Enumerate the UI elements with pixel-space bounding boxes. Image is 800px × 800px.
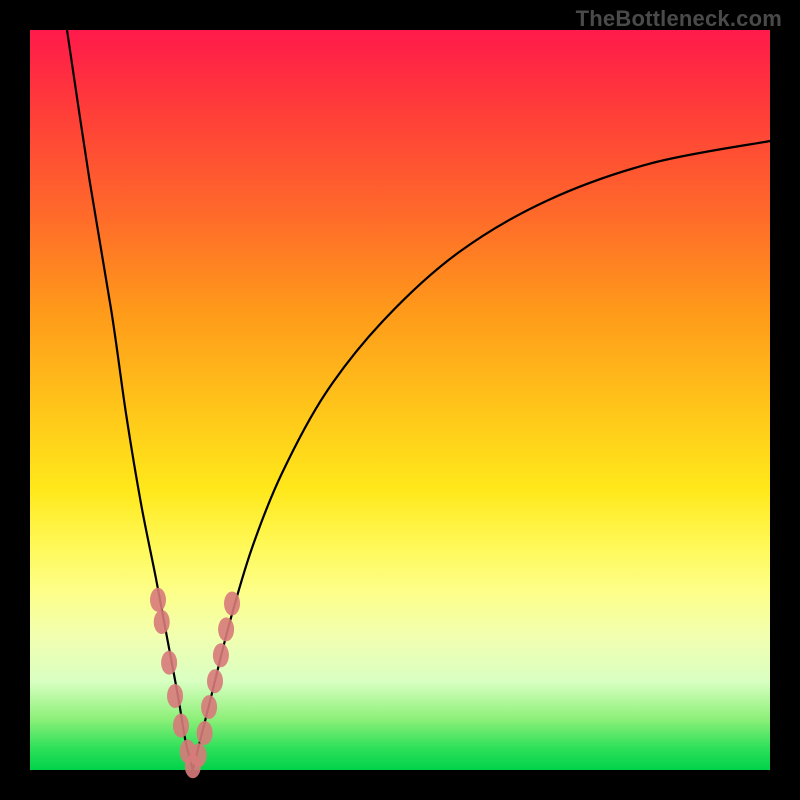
right-branch-curve [193,141,770,770]
highlight-marker [167,684,183,708]
chart-frame: TheBottleneck.com [0,0,800,800]
highlight-markers [150,588,240,779]
highlight-marker [191,743,207,767]
highlight-marker [197,721,213,745]
curve-layer [30,30,770,770]
gradient-background [30,30,770,770]
highlight-marker [224,592,240,616]
highlight-marker [154,610,170,634]
highlight-marker [173,714,189,738]
highlight-marker [213,643,229,667]
highlight-marker [161,651,177,675]
highlight-marker [207,669,223,693]
watermark-text: TheBottleneck.com [576,6,782,32]
highlight-marker [218,617,234,641]
highlight-marker [150,588,166,612]
highlight-marker [201,695,217,719]
